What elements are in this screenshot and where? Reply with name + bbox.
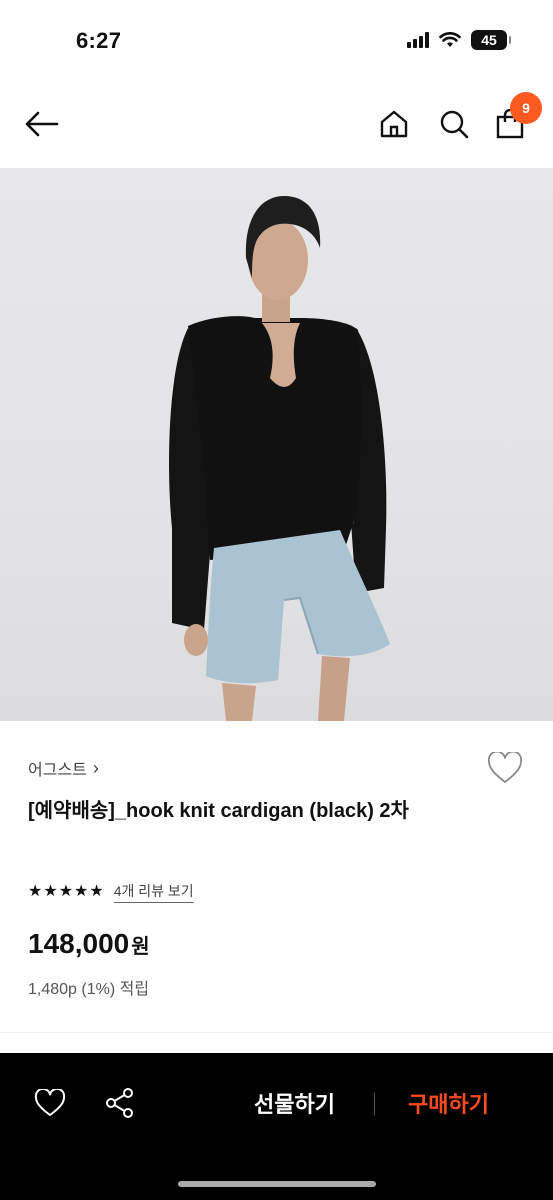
buy-button[interactable]: 구매하기 (408, 1087, 489, 1119)
search-button[interactable] (434, 104, 474, 144)
brand-link[interactable]: 어그스트 › (28, 756, 99, 780)
status-bar: 6:27 45 (0, 0, 553, 80)
star-icon: ★ (58, 883, 74, 900)
wishlist-button[interactable] (486, 750, 524, 786)
arrow-left-icon (25, 111, 59, 137)
star-icon: ★ (43, 883, 58, 900)
gift-button[interactable]: 선물하기 (254, 1087, 335, 1119)
home-icon (380, 110, 408, 138)
cellular-signal-icon (407, 32, 429, 48)
status-icons: 45 (407, 30, 511, 50)
battery-icon: 45 (471, 30, 511, 50)
heart-icon (487, 752, 523, 783)
status-time: 6:27 (76, 28, 122, 53)
app-header (0, 80, 553, 168)
home-button[interactable] (374, 104, 414, 144)
share-button[interactable] (100, 1083, 140, 1123)
divider (0, 1032, 553, 1033)
brand-name: 어그스트 (28, 762, 87, 779)
star-icon: ★ (89, 883, 104, 900)
bottom-wishlist-button[interactable] (30, 1083, 70, 1123)
product-image[interactable] (0, 168, 553, 721)
product-title: [예약배송]_hook knit cardigan (black) 2차 (28, 800, 409, 822)
bottom-action-bar: 선물하기 구매하기 (0, 1053, 553, 1200)
rating-row: ★ ★ ★ ★ ★ 4개 리뷰 보기 (28, 881, 194, 903)
product-photo (169, 196, 390, 721)
search-icon (440, 110, 469, 139)
star-icon: ★ (28, 883, 43, 900)
cart-count-badge: 9 (510, 92, 542, 124)
chevron-right-icon: › (92, 757, 99, 778)
price: 148,000 원 (28, 928, 150, 960)
share-icon (106, 1088, 133, 1118)
reward-points: 1,480p (1%) 적립 (28, 981, 150, 998)
divider (374, 1093, 375, 1115)
rating-stars: ★ ★ ★ ★ ★ (28, 884, 104, 900)
review-link[interactable]: 4개 리뷰 보기 (113, 881, 194, 903)
price-unit: 원 (131, 936, 150, 958)
wifi-icon (439, 32, 461, 47)
star-icon: ★ (74, 883, 89, 900)
back-button[interactable] (20, 102, 64, 146)
home-indicator (178, 1181, 376, 1187)
price-value: 148,000 (28, 928, 130, 959)
heart-icon (34, 1089, 66, 1116)
